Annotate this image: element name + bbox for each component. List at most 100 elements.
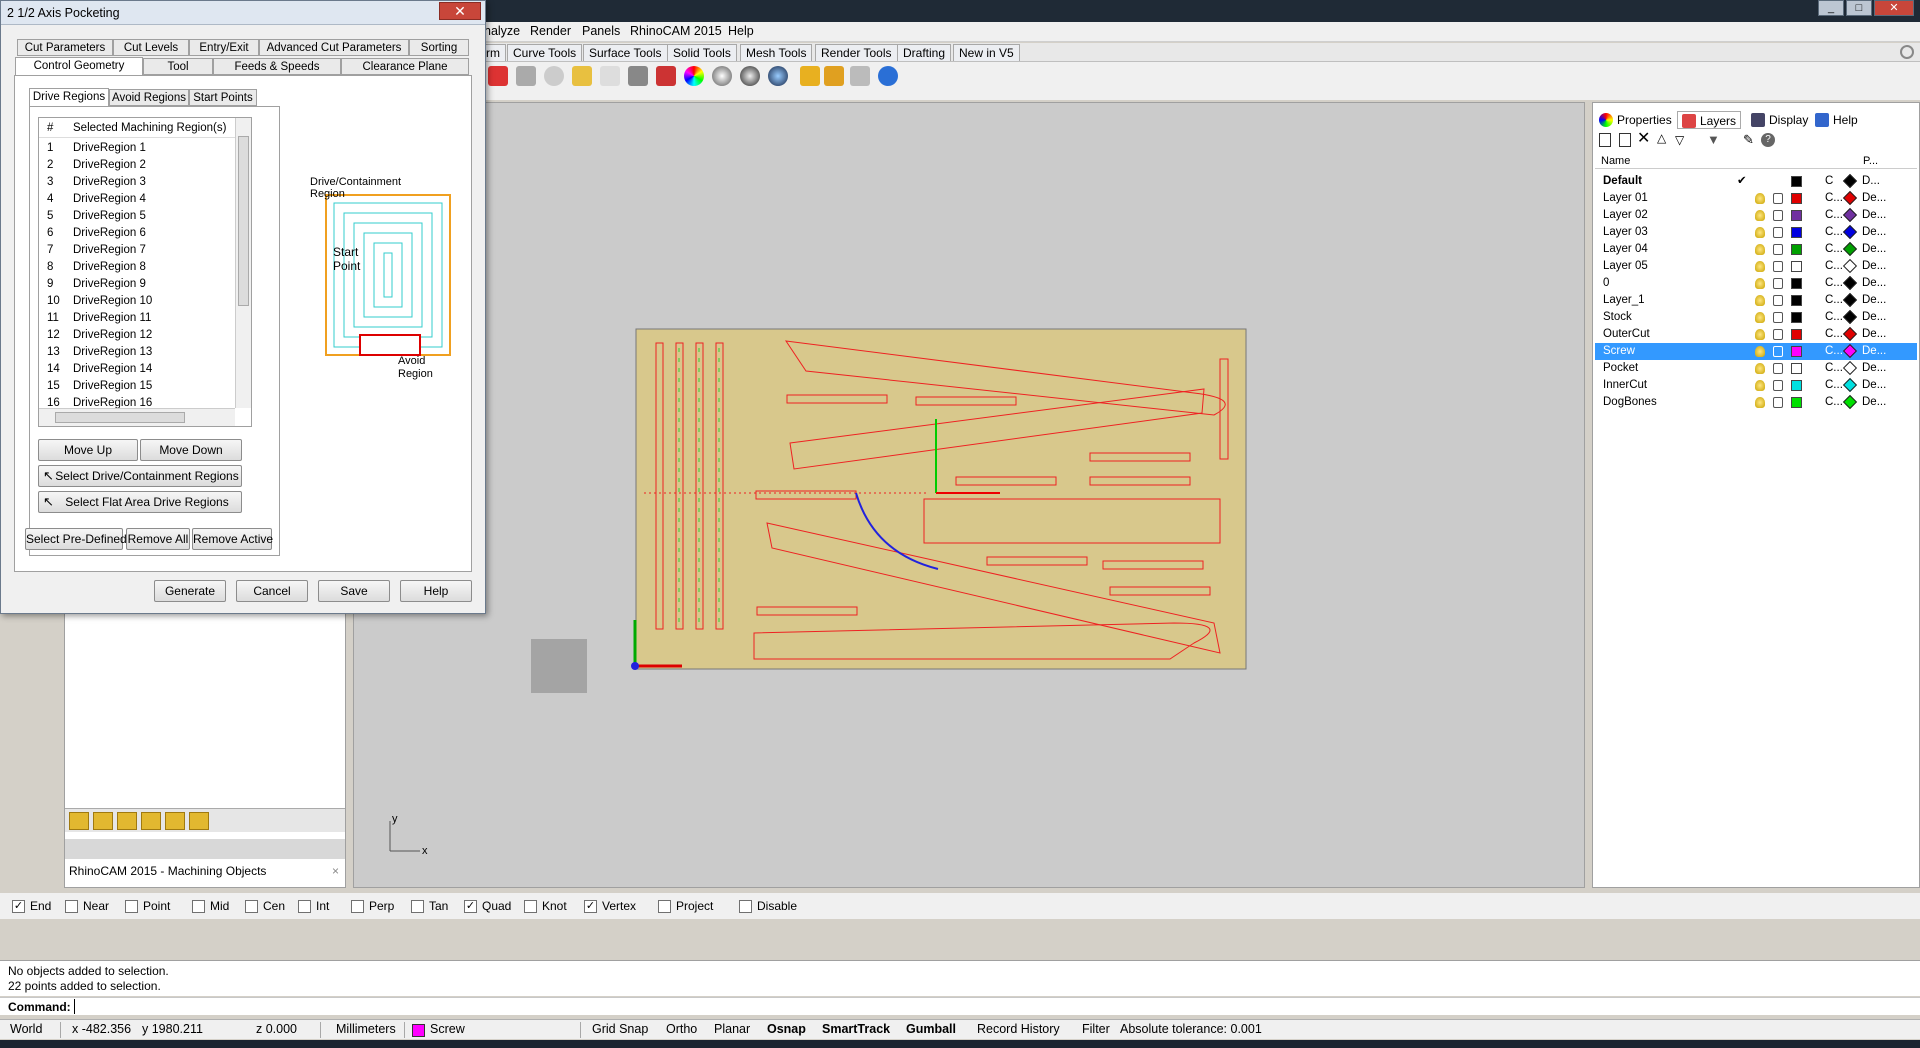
list-hscrollbar[interactable] [39,408,235,426]
render-sphere-icon[interactable] [740,66,760,86]
help-button[interactable]: Help [400,580,472,602]
layer-name[interactable]: DogBones [1603,394,1657,411]
move-down-icon[interactable]: ▽ [1675,133,1684,147]
remove-all-button[interactable]: Remove All [126,528,190,550]
tab-properties[interactable]: Properties [1595,111,1676,129]
layer-linetype[interactable]: De... [1862,258,1886,275]
post-icon[interactable] [165,812,185,830]
layer-name[interactable]: Layer 02 [1603,207,1648,224]
cancel-button[interactable]: Cancel [236,580,308,602]
checkbox[interactable] [65,899,78,913]
layer-name[interactable]: Layer 01 [1603,190,1648,207]
toggle-planar[interactable]: Planar [714,1022,750,1036]
toggle-ortho[interactable]: Ortho [666,1022,697,1036]
tool-icon[interactable] [93,812,113,830]
menu-analyze[interactable]: nalyze [484,24,520,38]
bulb-icon[interactable] [1755,261,1765,272]
osnap-mid[interactable]: Mid [192,899,229,913]
menu-help[interactable]: Help [728,24,754,38]
bulb-icon[interactable] [1755,346,1765,357]
lock-icon[interactable] [1773,278,1783,289]
layer-name[interactable]: Layer 03 [1603,224,1648,241]
tab-curve-tools[interactable]: Curve Tools [507,44,583,61]
viewport-canvas[interactable] [354,103,1586,889]
layer-material[interactable]: C... [1825,258,1843,275]
layer-linetype[interactable]: De... [1862,343,1886,360]
layer-linetype[interactable]: De... [1862,377,1886,394]
tab-tool[interactable]: Tool [143,58,213,75]
tab-drafting[interactable]: Drafting [897,44,952,61]
lock-icon[interactable] [628,66,648,86]
generate-button[interactable]: Generate [154,580,226,602]
layer-name[interactable]: Pocket [1603,360,1638,377]
toggle-gumball[interactable]: Gumball [906,1022,956,1036]
layer-material[interactable]: C... [1825,224,1843,241]
layer-material[interactable]: C [1825,173,1833,190]
bulb-icon[interactable] [1755,329,1765,340]
move-up-button[interactable]: Move Up [38,439,138,461]
move-up-icon[interactable]: △ [1657,131,1666,145]
osnap-vertex[interactable]: ✓ Vertex [584,899,636,913]
layer-material[interactable]: C... [1825,275,1843,292]
pin-icon[interactable] [800,66,820,86]
osnap-tan[interactable]: Tan [411,899,448,913]
tab-render-tools[interactable]: Render Tools [815,44,898,61]
tab-solid-tools[interactable]: Solid Tools [667,44,737,61]
list-hscroll-thumb[interactable] [55,412,185,423]
tab-cut-levels[interactable]: Cut Levels [113,39,189,56]
tab-control-geometry[interactable]: Control Geometry [15,57,143,76]
menu-panels[interactable]: Panels [582,24,620,38]
tab-mesh-tools[interactable]: Mesh Tools [740,44,813,61]
checkbox[interactable]: ✓ [12,899,25,913]
layer-print-color[interactable] [1842,377,1858,393]
status-units[interactable]: Millimeters [336,1022,396,1036]
help-icon[interactable] [878,66,898,86]
layer-name[interactable]: Stock [1603,309,1632,326]
target-icon[interactable] [544,66,564,86]
layer-linetype[interactable]: De... [1862,224,1886,241]
lock-icon[interactable] [1773,295,1783,306]
region-row[interactable]: 14 DriveRegion 14 [39,361,234,378]
checkbox[interactable] [524,899,537,913]
layer-linetype[interactable]: De... [1862,309,1886,326]
status-layer[interactable]: Screw [430,1022,465,1036]
tools-icon[interactable]: ✎ [1743,132,1754,148]
tab-entry-exit[interactable]: Entry/Exit [189,39,259,56]
osnap-int[interactable]: Int [298,899,329,913]
layer-name[interactable]: Layer_1 [1603,292,1645,309]
list-vscrollbar[interactable] [235,118,251,408]
layer-material[interactable]: C... [1825,207,1843,224]
layer-material[interactable]: C... [1825,309,1843,326]
layer-name[interactable]: OuterCut [1603,326,1650,343]
layer-color-swatch[interactable] [1791,295,1802,306]
material-icon[interactable] [656,66,676,86]
layer-print-color[interactable] [1842,190,1858,206]
light-icon[interactable] [572,66,592,86]
region-row[interactable]: 7 DriveRegion 7 [39,242,234,259]
tab-sorting[interactable]: Sorting [409,39,469,56]
toggle-osnap[interactable]: Osnap [767,1022,806,1036]
checkbox[interactable] [298,899,311,913]
tab-advanced-cut-parameters[interactable]: Advanced Cut Parameters [259,39,409,56]
select-drive-regions-button[interactable]: ↖ Select Drive/Containment Regions [38,465,242,487]
lock-icon[interactable] [1773,397,1783,408]
status-cplane[interactable]: World [10,1022,42,1036]
perspective-viewport[interactable]: y x [353,102,1585,888]
question-icon[interactable]: ? [1761,133,1775,147]
region-row[interactable]: 6 DriveRegion 6 [39,225,234,242]
layer-print-color[interactable] [1842,207,1858,223]
tab-feeds-speeds[interactable]: Feeds & Speeds [213,58,341,75]
layer-row[interactable]: Stock C... De... [1595,309,1917,326]
layer-material[interactable]: C... [1825,241,1843,258]
layer-color-swatch[interactable] [1791,346,1802,357]
checkbox[interactable] [245,899,258,913]
checkbox[interactable]: ✓ [584,899,597,913]
pane-close-button[interactable]: × [332,864,339,878]
layer-material[interactable]: C... [1825,343,1843,360]
layer-row[interactable]: Layer 01 C... De... [1595,190,1917,207]
layer-color-swatch[interactable] [1791,261,1802,272]
bulb-icon[interactable] [1755,278,1765,289]
tab-new-in-v5[interactable]: New in V5 [953,44,1020,61]
move-down-button[interactable]: Move Down [140,439,242,461]
lock-icon[interactable] [1773,329,1783,340]
